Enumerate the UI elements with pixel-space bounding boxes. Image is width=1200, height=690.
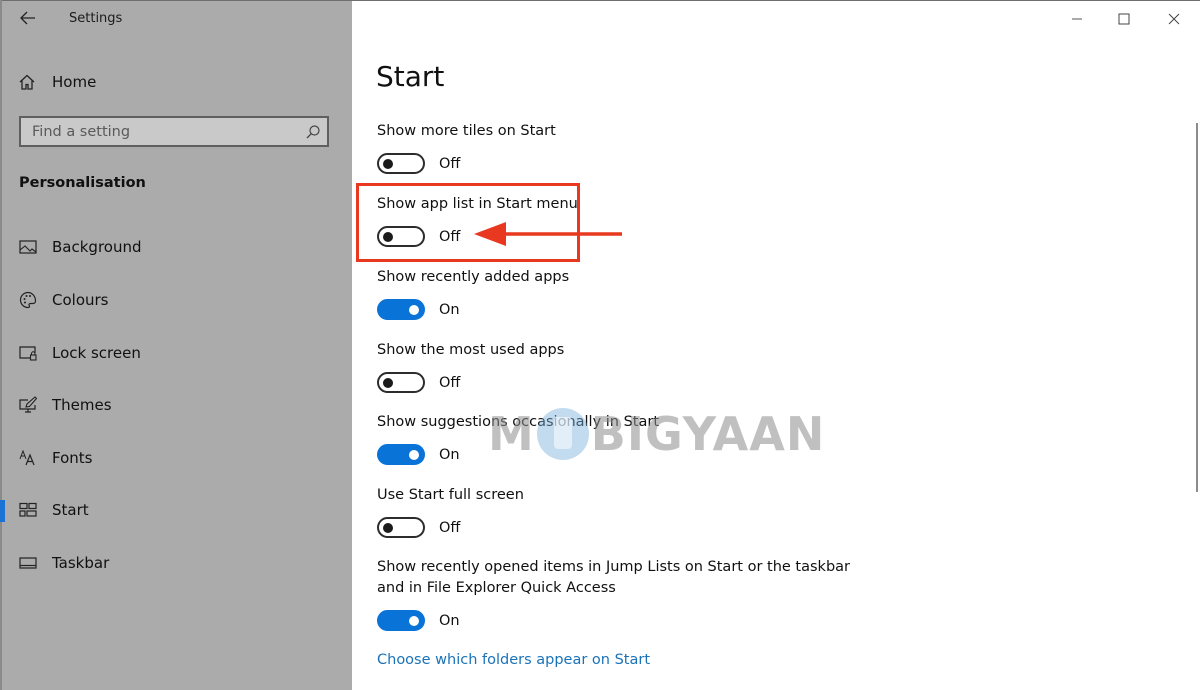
back-arrow-icon [20, 11, 35, 25]
toggle-state: Off [439, 155, 461, 172]
setting-label: Show more tiles on Start [377, 123, 556, 139]
choose-folders-link[interactable]: Choose which folders appear on Start [377, 652, 650, 668]
scrollbar[interactable] [1196, 123, 1198, 492]
toggle-state: On [439, 612, 460, 629]
sidebar-item-taskbar[interactable]: Taskbar [0, 543, 352, 583]
sidebar-item-start[interactable]: Start [0, 490, 352, 530]
setting-show-suggestions: Show suggestions occasionally in Start O… [377, 412, 659, 465]
section-title: Personalisation [19, 175, 146, 191]
setting-label: Show recently added apps [377, 269, 570, 285]
toggle-row[interactable]: On [377, 299, 569, 320]
sidebar-item-label: Taskbar [52, 554, 110, 572]
toggle-switch[interactable] [377, 372, 425, 393]
app-title: Settings [69, 11, 123, 26]
sidebar: Settings Home Personalisation Background… [0, 0, 352, 690]
active-indicator [0, 500, 5, 522]
toggle-state: On [439, 446, 460, 463]
close-icon [1168, 13, 1180, 25]
sidebar-item-colours[interactable]: Colours [0, 280, 352, 320]
toggle-state: Off [439, 519, 461, 536]
toggle-knob [383, 377, 393, 388]
start-tiles-icon [18, 500, 38, 520]
toggle-knob [409, 615, 419, 626]
setting-show-app-list: Show app list in Start menu Off [377, 194, 578, 247]
palette-icon [18, 290, 38, 310]
search-box[interactable] [19, 116, 329, 147]
themes-icon [18, 395, 38, 415]
setting-full-screen: Use Start full screen Off [377, 485, 524, 538]
divider [0, 0, 352, 1]
home-icon [19, 74, 35, 90]
setting-label: Show recently opened items in Jump Lists… [377, 559, 850, 596]
toggle-row[interactable]: On [377, 444, 659, 465]
setting-label: Show suggestions occasionally in Start [377, 414, 660, 430]
taskbar-icon [18, 553, 38, 573]
sidebar-item-themes[interactable]: Themes [0, 385, 352, 425]
close-button[interactable] [1151, 6, 1197, 32]
sidebar-item-label: Colours [52, 291, 109, 309]
setting-jump-lists: Show recently opened items in Jump Lists… [377, 557, 877, 631]
sidebar-item-label: Themes [52, 396, 112, 414]
back-button[interactable] [17, 8, 39, 28]
minimize-button[interactable] [1054, 6, 1100, 32]
lock-screen-icon [18, 343, 38, 363]
toggle-switch[interactable] [377, 444, 425, 465]
toggle-switch[interactable] [377, 517, 425, 538]
search-icon[interactable] [305, 124, 321, 140]
sidebar-item-home[interactable]: Home [18, 70, 96, 94]
setting-show-most-used: Show the most used apps Off [377, 340, 564, 393]
toggle-switch[interactable] [377, 226, 425, 247]
toggle-row[interactable]: Off [377, 153, 556, 174]
maximize-icon [1118, 13, 1130, 25]
toggle-knob [409, 304, 419, 315]
page-title: Start [376, 60, 445, 93]
sidebar-item-label: Home [52, 73, 97, 91]
main-content: Start Show more tiles on Start Off Show … [352, 0, 1200, 690]
setting-label: Use Start full screen [377, 487, 524, 503]
setting-label: Show app list in Start menu [377, 196, 578, 212]
sidebar-item-label: Background [52, 238, 142, 256]
toggle-knob [383, 158, 393, 169]
sidebar-item-label: Lock screen [52, 344, 141, 362]
sidebar-item-background[interactable]: Background [0, 227, 352, 267]
toggle-switch[interactable] [377, 299, 425, 320]
sidebar-item-label: Fonts [52, 449, 93, 467]
toggle-knob [409, 449, 419, 460]
toggle-state: Off [439, 374, 461, 391]
maximize-button[interactable] [1101, 6, 1147, 32]
sidebar-item-label: Start [52, 501, 89, 519]
search-input[interactable] [21, 118, 312, 145]
divider [352, 0, 1200, 1]
toggle-row[interactable]: Off [377, 226, 578, 247]
toggle-switch[interactable] [377, 610, 425, 631]
toggle-knob [383, 231, 393, 242]
sidebar-item-lock-screen[interactable]: Lock screen [0, 333, 352, 373]
fonts-icon [18, 448, 38, 468]
toggle-row[interactable]: Off [377, 372, 564, 393]
sidebar-item-fonts[interactable]: Fonts [0, 438, 352, 478]
minimize-icon [1072, 18, 1082, 20]
setting-label: Show the most used apps [377, 342, 565, 358]
toggle-knob [383, 522, 393, 533]
setting-show-more-tiles: Show more tiles on Start Off [377, 121, 556, 174]
image-icon [18, 237, 38, 257]
toggle-row[interactable]: On [377, 610, 877, 631]
toggle-state: On [439, 301, 460, 318]
setting-show-recently-added: Show recently added apps On [377, 267, 569, 320]
toggle-switch[interactable] [377, 153, 425, 174]
toggle-state: Off [439, 228, 461, 245]
toggle-row[interactable]: Off [377, 517, 524, 538]
